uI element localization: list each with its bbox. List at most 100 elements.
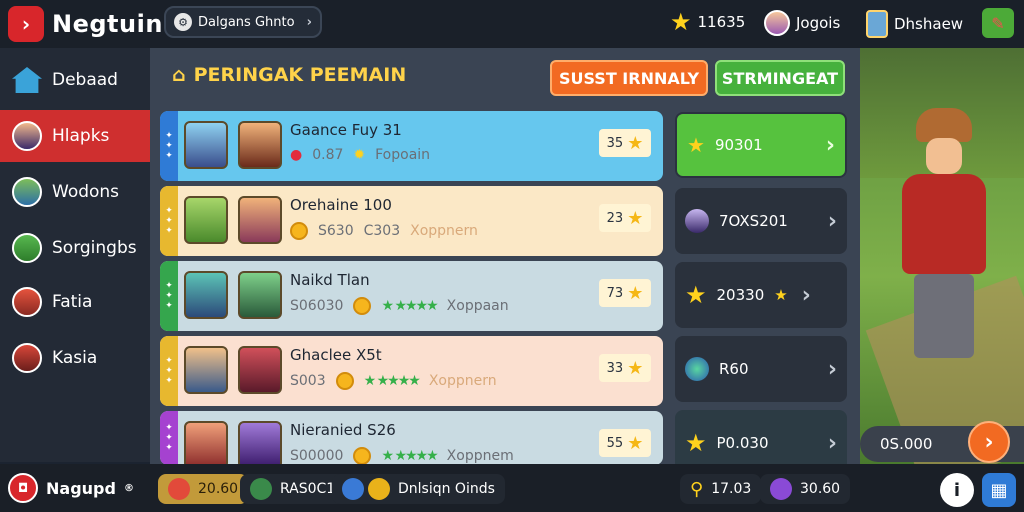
avatar	[238, 346, 282, 394]
currency-chip[interactable]: 30.60	[760, 474, 851, 504]
list-item[interactable]: ✦✦✦ Orehaine 100 S630 C303 Xoppnern 23 ★	[160, 186, 663, 256]
star-icon: ★	[685, 281, 707, 309]
rating-stars-icon: ★ ★★★★	[381, 298, 438, 314]
avatar	[184, 271, 228, 319]
logo-icon: ◘	[8, 473, 38, 503]
gear-icon: ⚙	[174, 13, 192, 31]
rating-stars-icon: ★ ★★★★	[363, 373, 421, 389]
info-button[interactable]: i	[940, 473, 974, 507]
dropdown-label: Dalgans Ghnto	[198, 14, 295, 30]
primary-action-button[interactable]: SUSST IRNNALY	[550, 60, 708, 96]
player-stats: S00000 ★ ★★★★ Xoppnem	[290, 447, 514, 465]
rank-badge: 35 ★	[599, 129, 651, 157]
stat-value: S630	[318, 223, 354, 239]
reward-card[interactable]: R60 ›	[675, 336, 847, 402]
chevron-right-icon: ›	[827, 356, 837, 382]
stat-value: 0.87	[312, 147, 344, 163]
reward-value: 90301	[714, 136, 763, 154]
play-button[interactable]: ›	[968, 421, 1010, 463]
stat-label: Xoppaan	[446, 298, 509, 314]
list-item[interactable]: ✦✦✦ Ghaclee X5t S003 ★ ★★★★ Xoppnern 33 …	[160, 336, 663, 406]
hero-face	[926, 138, 962, 174]
hero-legs	[914, 274, 974, 358]
avatar	[12, 343, 42, 373]
info-icon: i	[953, 479, 961, 501]
player-stats: S003 ★ ★★★★ Xoppnern	[290, 372, 497, 390]
home-icon	[12, 67, 42, 93]
sidebar-item-wodons[interactable]: Wodons	[0, 166, 150, 218]
rank-badge: 73 ★	[599, 279, 651, 307]
reward-card[interactable]: ★ 20330 ★ ›	[675, 262, 847, 328]
star-icon: ★	[774, 286, 788, 304]
rank-badge: 23 ★	[599, 204, 651, 232]
stat-label: Xoppnern	[410, 223, 478, 239]
avatar	[238, 421, 282, 465]
bottom-logo[interactable]: ◘ Nagupd ®	[8, 473, 134, 503]
sidebar: Debaad Hlapks Wodons Sorgingbs Fatia Kas…	[0, 48, 150, 462]
player-stats: S06030 ★ ★★★★ Xoppaan	[290, 297, 509, 315]
list-item[interactable]: ✦✦✦ Naikd Tlan S06030 ★ ★★★★ Xoppaan 73 …	[160, 261, 663, 331]
avatar	[184, 346, 228, 394]
sidebar-item-sorgingbs[interactable]: Sorgingbs	[0, 222, 150, 274]
hero-hat	[916, 108, 972, 142]
avatar	[184, 421, 228, 465]
stat-label: Xoppnern	[428, 373, 497, 389]
sidebar-item-label: Debaad	[52, 70, 118, 90]
list-item[interactable]: ✦✦✦ Nieranied S26 S00000 ★ ★★★★ Xoppnem …	[160, 411, 663, 465]
grid-icon: ▦	[990, 479, 1008, 501]
server-dropdown[interactable]: ⚙ Dalgans Ghnto ›	[164, 6, 322, 38]
star-icon: ★	[627, 357, 644, 379]
edit-button[interactable]: ✎	[982, 8, 1014, 38]
list-item[interactable]: ✦✦✦ Gaance Fuy 31 ● 0.87 ✹ Fopoain 35 ★	[160, 111, 663, 181]
star-counter[interactable]: ★ 11635	[670, 10, 745, 34]
star-icon: ★	[627, 432, 644, 454]
coin-icon	[353, 447, 372, 465]
coin-icon	[368, 478, 390, 500]
shield-icon	[250, 478, 272, 500]
orb-icon	[685, 357, 709, 381]
sidebar-item-label: Fatia	[52, 292, 93, 312]
page-title-text: PERINGAK PEEMAIN	[193, 64, 407, 86]
rank-value: 35	[606, 135, 624, 151]
score-value: 0S.000	[880, 435, 933, 453]
app-logo[interactable]: › Negtuin	[8, 6, 163, 42]
chevron-right-icon: ›	[825, 132, 835, 158]
sidebar-item-label: Wodons	[52, 182, 120, 202]
sidebar-item-fatia[interactable]: Fatia	[0, 276, 150, 328]
device-chip[interactable]: Dhshaew	[866, 10, 963, 38]
sidebar-item-debaad[interactable]: Debaad	[0, 54, 150, 106]
star-icon: ★	[685, 429, 707, 457]
bottom-logo-text: Nagupd	[46, 478, 116, 498]
rank-value: 73	[606, 285, 624, 301]
currency-chip[interactable]: ⚲ 17.03	[680, 474, 762, 504]
rank-badge: 55 ★	[599, 429, 651, 457]
stat-label: Fopoain	[375, 147, 431, 163]
info-chip[interactable]: Dnlsiqn Oinds	[332, 474, 505, 504]
currency-chip[interactable]: 20.60	[158, 474, 249, 504]
player-stats: ● 0.87 ✹ Fopoain	[290, 147, 430, 163]
sidebar-item-label: Kasia	[52, 348, 98, 368]
chevron-right-icon: ›	[306, 14, 312, 30]
stat-value: S003	[290, 373, 326, 389]
profile-chip[interactable]: Jogois	[764, 10, 840, 36]
row-stripe: ✦✦✦	[160, 186, 178, 256]
device-label: Dhshaew	[894, 15, 964, 33]
row-stripe: ✦✦✦	[160, 111, 178, 181]
avatar	[12, 121, 42, 151]
reward-value: 7OXS201	[719, 212, 788, 230]
secondary-action-button[interactable]: STRMINGEAT	[715, 60, 845, 96]
avatar	[12, 287, 42, 317]
coin-icon	[335, 372, 354, 390]
currency-chip[interactable]: RAS0C1	[240, 474, 346, 504]
menu-button[interactable]: ▦	[982, 473, 1016, 507]
reward-card[interactable]: ★ 90301 ›	[675, 112, 847, 178]
player-name: Gaance Fuy 31	[290, 121, 402, 139]
reward-card[interactable]: 7OXS201 ›	[675, 188, 847, 254]
star-count: 11635	[697, 13, 746, 31]
avatar	[184, 196, 228, 244]
heart-icon: ●	[290, 147, 303, 163]
sidebar-item-hlapks[interactable]: Hlapks	[0, 110, 150, 162]
row-stripe: ✦✦✦	[160, 336, 178, 406]
sidebar-item-kasia[interactable]: Kasia	[0, 332, 150, 384]
row-stripe: ✦✦✦	[160, 411, 178, 465]
